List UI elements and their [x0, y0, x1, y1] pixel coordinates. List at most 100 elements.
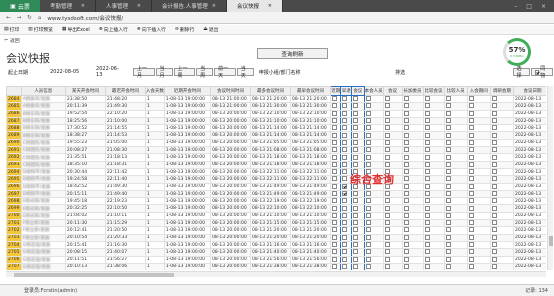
- last-time-cell[interactable]: 21:18:13: [104, 153, 146, 162]
- check-cell[interactable]: [363, 262, 384, 270]
- checkbox-icon[interactable]: [424, 133, 430, 138]
- check-cell[interactable]: [489, 109, 514, 118]
- checkbox-icon[interactable]: [468, 242, 474, 248]
- print-preview-button[interactable]: ▥ 打印预览: [28, 26, 53, 33]
- check-cell[interactable]: [443, 102, 468, 111]
- close-window-icon[interactable]: ×: [541, 3, 546, 10]
- recent-time-cell[interactable]: 1-08-13 19:00:00: [163, 240, 212, 250]
- check-cell[interactable]: [401, 211, 424, 221]
- horizontal-scrollbar[interactable]: [6, 271, 546, 277]
- checkbox-icon[interactable]: [365, 249, 371, 255]
- checkbox-icon[interactable]: [331, 257, 337, 262]
- check-cell[interactable]: [363, 160, 384, 169]
- check-cell[interactable]: [489, 153, 514, 162]
- checkbox-icon[interactable]: [331, 96, 337, 102]
- last-time-cell[interactable]: 21:10:00: [104, 116, 146, 126]
- last-time-cell[interactable]: 21:56:27: [104, 255, 146, 264]
- checkbox-icon[interactable]: [424, 220, 430, 226]
- date-cell[interactable]: 2022-08-13: [512, 262, 546, 270]
- maximize-icon[interactable]: □: [526, 3, 532, 10]
- table-row[interactable]: 2686 B杨东阳/发展 19:52:54 22:10:20 1 1-08-13 19:0…: [6, 109, 546, 118]
- select-button[interactable]: 选择: [512, 66, 530, 79]
- date-cell[interactable]: 2022-08-13: [512, 175, 546, 184]
- date-cell[interactable]: 2022-08-13: [512, 153, 546, 162]
- days-cell[interactable]: 1: [144, 189, 165, 199]
- recent-time-cell[interactable]: 1-08-13 19:00:00: [163, 197, 212, 206]
- meeting-time-cell[interactable]: 08-13 20:00:00: [210, 219, 252, 228]
- checkbox-icon[interactable]: [353, 147, 358, 153]
- days-cell[interactable]: 1: [144, 102, 165, 111]
- flag-cell[interactable]: [340, 160, 352, 169]
- tab-meeting[interactable]: 会议快报 ×: [226, 0, 283, 12]
- check-cell[interactable]: [489, 131, 514, 140]
- column-header[interactable]: 早退: [340, 86, 352, 96]
- date-cell[interactable]: 2022-08-13: [512, 116, 546, 126]
- checkbox-icon[interactable]: [424, 198, 430, 204]
- earliest-time-cell[interactable]: 08-13 21:20:00: [290, 233, 331, 242]
- check-cell[interactable]: [382, 116, 403, 126]
- flag-cell[interactable]: [340, 131, 352, 140]
- name-cell[interactable]: F杨立新/发展: [20, 219, 66, 228]
- url-field[interactable]: www.tysdsoft.com/会议快报/: [47, 14, 123, 22]
- meeting-time-cell[interactable]: 08-13 20:00:00: [210, 226, 252, 235]
- flag-cell[interactable]: [351, 219, 365, 228]
- days-cell[interactable]: 1: [144, 240, 165, 250]
- earliest-time-cell[interactable]: 08-13 21:49:00: [290, 189, 331, 199]
- checkbox-icon[interactable]: [491, 103, 497, 109]
- checkbox-icon[interactable]: [491, 154, 497, 160]
- earliest-time-cell[interactable]: 08-13 22:11:00: [290, 167, 331, 177]
- row-id-cell[interactable]: 2697: [6, 189, 22, 199]
- check-cell[interactable]: [466, 248, 491, 257]
- checkbox-icon[interactable]: [491, 133, 497, 138]
- checkbox-icon[interactable]: [353, 125, 358, 131]
- checkbox-icon[interactable]: [365, 205, 371, 211]
- checkbox-icon[interactable]: [365, 111, 371, 116]
- table-row[interactable]: 2697 D杨和平/发展 20:15:11 21:49:40 1 1-08-13 19:0…: [6, 189, 546, 199]
- checkbox-icon[interactable]: [403, 111, 409, 116]
- flag-cell[interactable]: [329, 131, 342, 140]
- checkbox-icon[interactable]: [342, 264, 348, 269]
- checkbox-icon[interactable]: [365, 235, 371, 240]
- checkbox-icon[interactable]: [424, 169, 430, 175]
- check-cell[interactable]: [422, 116, 445, 126]
- table-row[interactable]: 2705 G杨志强/发展 20:08:15 21:40:07 1 1-08-13 19:0…: [6, 248, 546, 257]
- check-cell[interactable]: [466, 138, 491, 148]
- check-cell[interactable]: [489, 240, 514, 250]
- checkbox-icon[interactable]: [384, 162, 390, 167]
- checkbox-icon[interactable]: [331, 133, 337, 138]
- checkbox-icon[interactable]: [331, 205, 337, 211]
- date-cell[interactable]: 2022-08-13: [512, 160, 546, 169]
- meeting-time-cell[interactable]: 08-13 20:00:00: [210, 233, 252, 242]
- checkbox-icon[interactable]: [491, 198, 497, 204]
- days-cell[interactable]: 1: [144, 233, 165, 242]
- checkbox-icon[interactable]: [424, 257, 430, 262]
- recent-time-cell[interactable]: 1-08-13 19:00:00: [163, 138, 212, 148]
- checkbox-icon[interactable]: [403, 191, 409, 196]
- check-cell[interactable]: [466, 102, 491, 111]
- name-cell[interactable]: E杨光辉/发展: [20, 197, 66, 206]
- recent-time-cell[interactable]: 1-08-13 19:00:00: [163, 131, 212, 140]
- flag-cell[interactable]: [351, 248, 365, 257]
- checkbox-icon[interactable]: [468, 235, 474, 240]
- checkbox-icon[interactable]: [491, 205, 497, 211]
- flag-cell[interactable]: [329, 204, 342, 213]
- check-cell[interactable]: [422, 94, 445, 104]
- flag-cell[interactable]: [340, 211, 352, 221]
- check-cell[interactable]: [422, 189, 445, 199]
- flag-cell[interactable]: [329, 211, 342, 221]
- check-cell[interactable]: [443, 226, 468, 235]
- flag-cell[interactable]: [340, 116, 352, 126]
- checkbox-icon[interactable]: [384, 249, 390, 255]
- meeting-time-cell[interactable]: 08-13 20:00:00: [210, 109, 252, 118]
- last-time-cell[interactable]: 21:14:53: [104, 131, 146, 140]
- check-cell[interactable]: [443, 255, 468, 264]
- check-cell[interactable]: [401, 146, 424, 155]
- meeting-time-cell[interactable]: 08-13 20:00:00: [210, 146, 252, 155]
- check-cell[interactable]: [466, 226, 491, 235]
- first-time-cell[interactable]: 20:15:11: [64, 189, 106, 199]
- checkbox-icon[interactable]: [365, 103, 371, 109]
- name-cell[interactable]: B杨东阳/发展: [20, 124, 66, 133]
- check-cell[interactable]: [382, 226, 403, 235]
- earliest-time-cell[interactable]: 08-13 21:49:00: [290, 182, 331, 191]
- check-cell[interactable]: [363, 124, 384, 133]
